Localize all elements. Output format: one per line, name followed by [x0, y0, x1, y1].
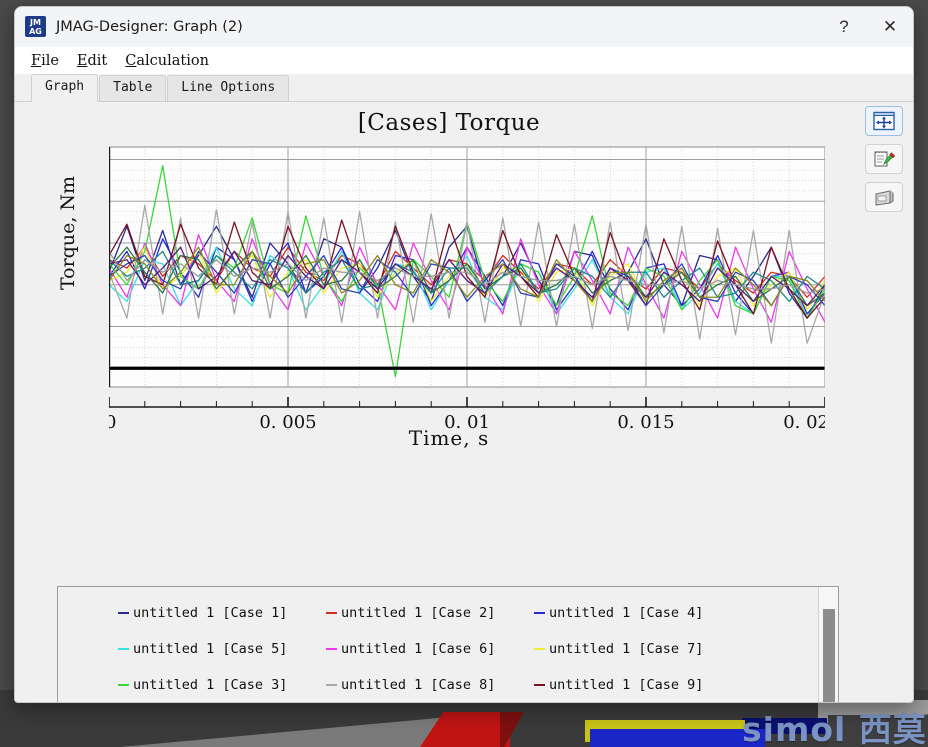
y-axis-label: Torque, Nm	[57, 175, 80, 291]
model-blue-part	[590, 729, 765, 747]
model-dark-gray-part	[828, 715, 928, 747]
graph-tab-panel: [Cases] Torque Torque, Nm Time, s 012345…	[15, 102, 913, 702]
tab-strip: Graph Table Line Options	[15, 74, 913, 102]
legend-item[interactable]: untitled 1 [Case 5]	[118, 641, 326, 657]
torque-line-chart[interactable]: 01234500. 0050. 010. 0150. 02	[109, 139, 825, 429]
menu-item-calculation-rest: alculation	[136, 52, 209, 69]
legend-color-swatch-icon	[326, 648, 337, 650]
legend-color-swatch-icon	[326, 612, 337, 614]
menu-item-edit[interactable]: Edit	[75, 52, 109, 70]
move-arrows-icon	[873, 111, 895, 131]
x-axis-label: Time, s	[408, 426, 490, 450]
menu-bar: File Edit Calculation	[15, 47, 913, 74]
plot-area[interactable]: 01234500. 0050. 010. 0150. 02	[109, 139, 825, 429]
legend-scrollbar[interactable]	[818, 587, 838, 702]
legend-item-label: untitled 1 [Case 3]	[133, 677, 288, 693]
x-tick-label: 0. 015	[617, 412, 674, 429]
legend-item[interactable]: untitled 1 [Case 3]	[118, 677, 326, 693]
legend-panel: untitled 1 [Case 1] untitled 1 [Case 2] un…	[57, 586, 839, 702]
menu-item-calculation[interactable]: Calculation	[123, 52, 211, 70]
pan-zoom-tool-button[interactable]	[865, 106, 903, 136]
print-tool-button[interactable]	[865, 182, 903, 212]
chart-title: [Cases] Torque	[357, 110, 541, 136]
jmag-logo-icon: JM AG	[25, 16, 46, 37]
legend-item[interactable]: untitled 1 [Case 9]	[534, 677, 742, 693]
graph-tool-buttons	[865, 106, 903, 212]
chart-panel: [Cases] Torque Torque, Nm Time, s 012345…	[39, 104, 859, 574]
legend-item-label: untitled 1 [Case 7]	[549, 641, 704, 657]
window-title: JMAG-Designer: Graph (2)	[56, 18, 243, 35]
notepad-pencil-icon	[874, 151, 895, 167]
app-icon-line-2: AG	[29, 26, 42, 36]
app-icon-line-1: JM	[30, 17, 41, 27]
x-tick-label: 0. 005	[259, 412, 316, 429]
title-bar: JM AG JMAG-Designer: Graph (2) ? ✕	[15, 7, 913, 47]
menu-item-file-rest: ile	[41, 52, 59, 69]
legend-scrollbar-thumb[interactable]	[823, 609, 835, 702]
legend-entries: untitled 1 [Case 1] untitled 1 [Case 2] un…	[58, 587, 818, 702]
legend-color-swatch-icon	[534, 684, 545, 686]
legend-item-label: untitled 1 [Case 5]	[133, 641, 288, 657]
legend-item-label: untitled 1 [Case 2]	[341, 605, 496, 621]
x-tick-label: 0. 02	[783, 412, 825, 429]
tab-table[interactable]: Table	[99, 75, 167, 101]
x-tick-label: 0. 01	[444, 412, 490, 429]
legend-color-swatch-icon	[118, 648, 129, 650]
legend-row: untitled 1 [Case 1] untitled 1 [Case 2] un…	[118, 595, 814, 631]
menu-item-edit-rest: dit	[87, 52, 108, 69]
printer-icon	[875, 190, 894, 206]
legend-row: untitled 1 [Case 3] untitled 1 [Case 8] un…	[118, 667, 814, 702]
legend-item[interactable]: untitled 1 [Case 7]	[534, 641, 742, 657]
legend-item-label: untitled 1 [Case 1]	[133, 605, 288, 621]
legend-item-label: untitled 1 [Case 8]	[341, 677, 496, 693]
legend-item[interactable]: untitled 1 [Case 6]	[326, 641, 534, 657]
legend-item[interactable]: untitled 1 [Case 1]	[118, 605, 326, 621]
tab-line-options[interactable]: Line Options	[167, 75, 290, 101]
legend-color-swatch-icon	[326, 684, 337, 686]
legend-color-swatch-icon	[534, 612, 545, 614]
legend-color-swatch-icon	[118, 612, 129, 614]
tab-graph[interactable]: Graph	[31, 74, 99, 102]
annotate-tool-button[interactable]	[865, 144, 903, 174]
legend-item-label: untitled 1 [Case 4]	[549, 605, 704, 621]
legend-item-label: untitled 1 [Case 6]	[341, 641, 496, 657]
titlebar-help-button[interactable]: ?	[821, 7, 867, 47]
legend-item-label: untitled 1 [Case 9]	[549, 677, 704, 693]
legend-item[interactable]: untitled 1 [Case 8]	[326, 677, 534, 693]
legend-row: untitled 1 [Case 5] untitled 1 [Case 6] un…	[118, 631, 814, 667]
menu-item-file[interactable]: File	[29, 52, 61, 70]
legend-color-swatch-icon	[118, 684, 129, 686]
close-icon[interactable]: ✕	[867, 7, 913, 47]
graph-window: JM AG JMAG-Designer: Graph (2) ? ✕ File …	[14, 6, 914, 703]
x-tick-label: 0	[109, 412, 116, 429]
legend-color-swatch-icon	[534, 648, 545, 650]
legend-item[interactable]: untitled 1 [Case 4]	[534, 605, 742, 621]
legend-item[interactable]: untitled 1 [Case 2]	[326, 605, 534, 621]
